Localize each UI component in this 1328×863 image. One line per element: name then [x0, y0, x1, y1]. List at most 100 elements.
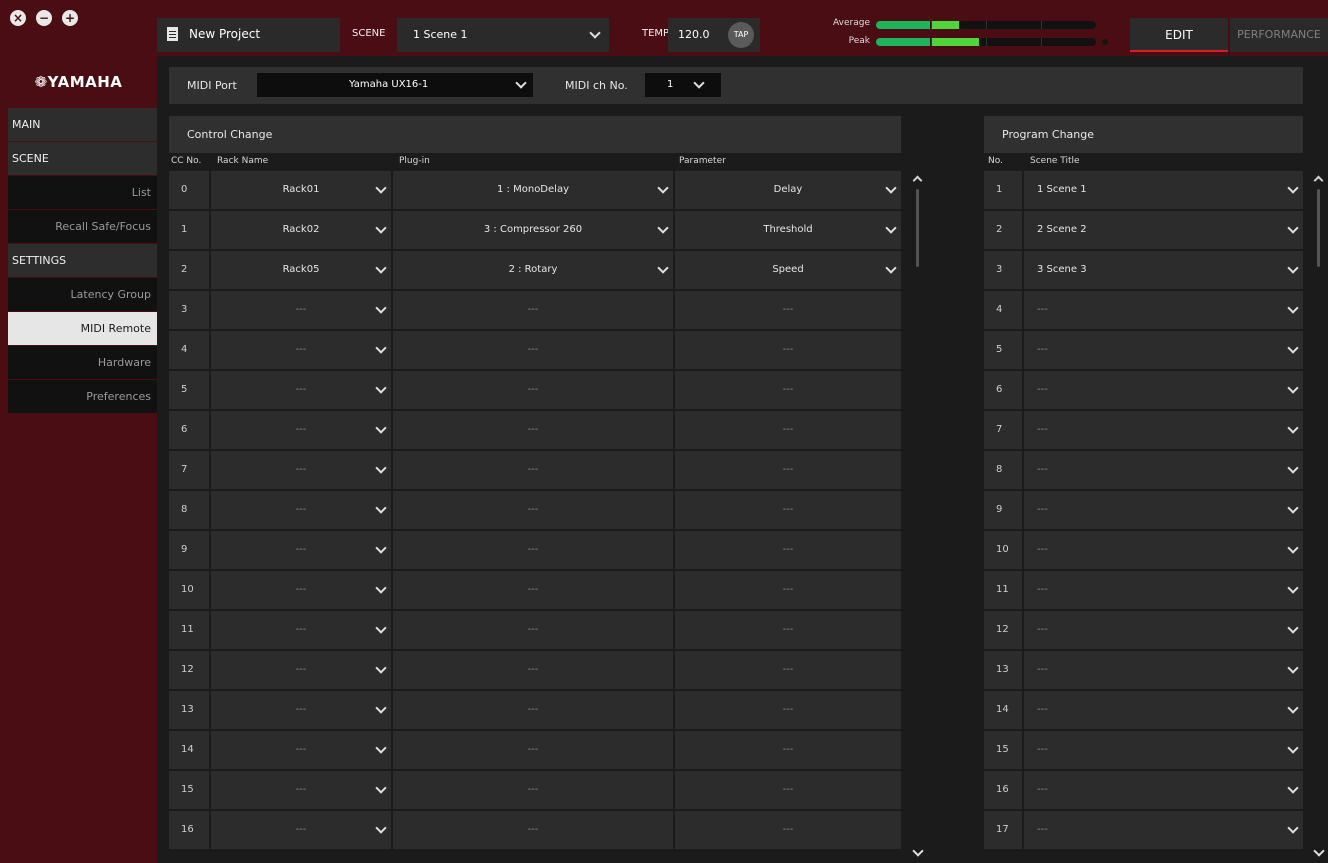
plugin-select[interactable]: --- [393, 291, 673, 329]
scene-title-select[interactable]: --- [1024, 291, 1303, 329]
scene-title-select[interactable]: --- [1024, 371, 1303, 409]
chevron-down-icon [375, 742, 387, 754]
sidebar-item-settings[interactable]: SETTINGS [8, 244, 157, 277]
rack-name-select[interactable]: --- [211, 531, 391, 569]
scene-title-select[interactable]: --- [1024, 811, 1303, 849]
rack-name-select[interactable]: Rack05 [211, 251, 391, 289]
rack-name-select[interactable]: --- [211, 451, 391, 489]
scene-title-select[interactable]: --- [1024, 651, 1303, 689]
chevron-down-icon[interactable] [1313, 845, 1325, 857]
parameter-select[interactable]: --- [675, 291, 901, 329]
rack-name-select[interactable]: --- [211, 491, 391, 529]
sidebar-item-main[interactable]: MAIN [8, 108, 157, 141]
plugin-select[interactable]: --- [393, 571, 673, 609]
close-icon[interactable]: × [10, 10, 26, 26]
plugin-select[interactable]: --- [393, 371, 673, 409]
tap-button[interactable]: TAP [728, 22, 754, 48]
parameter-select[interactable]: --- [675, 331, 901, 369]
scene-title-select[interactable]: 3 Scene 3 [1024, 251, 1303, 289]
tab-edit[interactable]: EDIT [1130, 18, 1228, 52]
parameter-select[interactable]: --- [675, 651, 901, 689]
sidebar-item-scene[interactable]: SCENE [8, 142, 157, 175]
rack-name-select[interactable]: --- [211, 411, 391, 449]
rack-name-select[interactable]: --- [211, 651, 391, 689]
plugin-select[interactable]: --- [393, 451, 673, 489]
scene-title-select[interactable]: 2 Scene 2 [1024, 211, 1303, 249]
scene-title-select[interactable]: --- [1024, 611, 1303, 649]
plugin-select-value: 3 : Compressor 260 [483, 224, 583, 235]
scene-title-select[interactable]: --- [1024, 771, 1303, 809]
rack-name-select[interactable]: --- [211, 771, 391, 809]
tab-performance[interactable]: PERFORMANCE [1230, 18, 1328, 52]
plugin-select[interactable]: 3 : Compressor 260 [393, 211, 673, 249]
sidebar-item-latency-group[interactable]: Latency Group [8, 278, 157, 311]
plugin-select[interactable]: --- [393, 531, 673, 569]
plugin-select[interactable]: --- [393, 691, 673, 729]
scene-title-select[interactable]: --- [1024, 331, 1303, 369]
scene-title-select[interactable]: --- [1024, 571, 1303, 609]
scene-select[interactable]: 1 Scene 1 [397, 18, 609, 52]
scene-title-select[interactable]: 1 Scene 1 [1024, 171, 1303, 209]
project-name-button[interactable]: New Project [157, 18, 340, 52]
plugin-select[interactable]: --- [393, 651, 673, 689]
parameter-select[interactable]: --- [675, 731, 901, 769]
scene-title-select[interactable]: --- [1024, 491, 1303, 529]
scroll-thumb[interactable] [1317, 189, 1320, 267]
program-number: 17 [984, 811, 1022, 849]
rack-name-select[interactable]: --- [211, 371, 391, 409]
parameter-select[interactable]: --- [675, 411, 901, 449]
rack-name-select[interactable]: --- [211, 811, 391, 849]
chevron-up-icon[interactable] [1313, 175, 1324, 186]
midi-ch-select[interactable]: 1 [645, 73, 721, 97]
control-change-scrollbar[interactable] [911, 171, 925, 863]
parameter-select[interactable]: --- [675, 571, 901, 609]
tempo-field[interactable]: 120.0 TAP [668, 18, 760, 52]
sidebar-item-list[interactable]: List [8, 176, 157, 209]
scene-title-select[interactable]: --- [1024, 691, 1303, 729]
scene-title-select[interactable]: --- [1024, 411, 1303, 449]
plugin-select[interactable]: --- [393, 611, 673, 649]
rack-name-select[interactable]: --- [211, 291, 391, 329]
parameter-select[interactable]: --- [675, 531, 901, 569]
plugin-select[interactable]: --- [393, 411, 673, 449]
sidebar-item-recall-safe-focus[interactable]: Recall Safe/Focus [8, 210, 157, 243]
parameter-select[interactable]: --- [675, 371, 901, 409]
scene-title-select[interactable]: --- [1024, 731, 1303, 769]
plugin-select[interactable]: --- [393, 491, 673, 529]
plugin-select[interactable]: --- [393, 331, 673, 369]
rack-name-select[interactable]: --- [211, 331, 391, 369]
parameter-select[interactable]: Threshold [675, 211, 901, 249]
table-row: 3 --- --- --- [169, 291, 901, 329]
program-change-scrollbar[interactable] [1312, 171, 1326, 863]
midi-port-select[interactable]: Yamaha UX16-1 [257, 73, 533, 97]
scroll-thumb[interactable] [916, 189, 919, 267]
plugin-select[interactable]: --- [393, 731, 673, 769]
sidebar-item-midi-remote[interactable]: MIDI Remote [8, 312, 157, 345]
chevron-down-icon[interactable] [912, 845, 924, 857]
rack-name-select[interactable]: --- [211, 691, 391, 729]
minimize-icon[interactable]: − [36, 10, 52, 26]
parameter-select[interactable]: Delay [675, 171, 901, 209]
parameter-select[interactable]: Speed [675, 251, 901, 289]
parameter-select[interactable]: --- [675, 451, 901, 489]
plugin-select[interactable]: 2 : Rotary [393, 251, 673, 289]
maximize-icon[interactable]: + [62, 10, 78, 26]
scene-title-select[interactable]: --- [1024, 451, 1303, 489]
plugin-select[interactable]: 1 : MonoDelay [393, 171, 673, 209]
plugin-select[interactable]: --- [393, 811, 673, 849]
parameter-select[interactable]: --- [675, 771, 901, 809]
rack-name-select[interactable]: Rack02 [211, 211, 391, 249]
rack-name-select[interactable]: Rack01 [211, 171, 391, 209]
scene-title-select[interactable]: --- [1024, 531, 1303, 569]
rack-name-select[interactable]: --- [211, 611, 391, 649]
chevron-up-icon[interactable] [912, 175, 923, 186]
sidebar-item-preferences[interactable]: Preferences [8, 380, 157, 413]
rack-name-select[interactable]: --- [211, 571, 391, 609]
parameter-select[interactable]: --- [675, 491, 901, 529]
rack-name-select[interactable]: --- [211, 731, 391, 769]
plugin-select[interactable]: --- [393, 771, 673, 809]
sidebar-item-hardware[interactable]: Hardware [8, 346, 157, 379]
parameter-select[interactable]: --- [675, 811, 901, 849]
parameter-select[interactable]: --- [675, 611, 901, 649]
parameter-select[interactable]: --- [675, 691, 901, 729]
